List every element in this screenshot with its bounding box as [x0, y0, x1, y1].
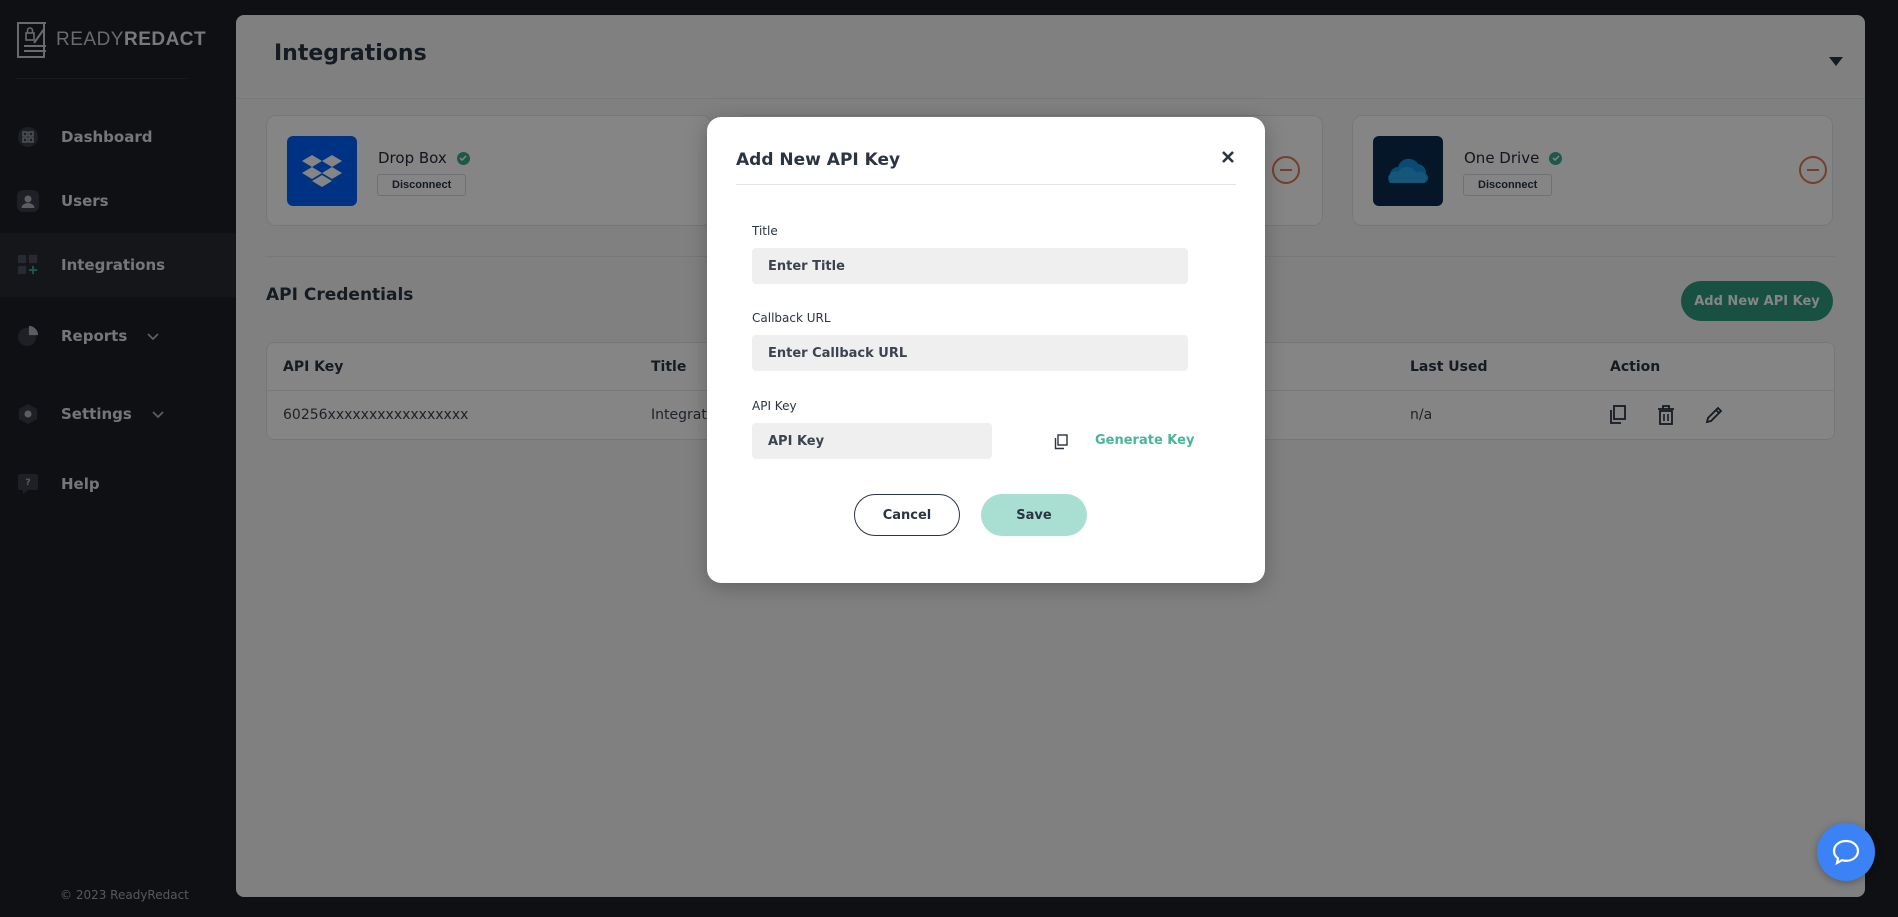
close-icon[interactable] — [1219, 148, 1237, 166]
callback-url-input[interactable] — [752, 335, 1188, 371]
api-key-input[interactable] — [752, 423, 992, 459]
api-key-field-label: API Key — [752, 399, 797, 413]
cancel-button[interactable]: Cancel — [854, 494, 960, 536]
copy-icon[interactable] — [1052, 433, 1070, 451]
save-button[interactable]: Save — [981, 494, 1087, 536]
chat-bubble-icon — [1832, 839, 1860, 865]
title-field-label: Title — [752, 224, 778, 238]
title-input[interactable] — [752, 248, 1188, 284]
chat-launcher-button[interactable] — [1817, 823, 1875, 881]
modal-divider — [736, 184, 1236, 185]
modal-title: Add New API Key — [736, 150, 901, 170]
generate-key-link[interactable]: Generate Key — [1095, 433, 1194, 448]
callback-url-field-label: Callback URL — [752, 311, 831, 325]
add-api-key-modal: Add New API Key Title Callback URL API K… — [707, 117, 1265, 583]
